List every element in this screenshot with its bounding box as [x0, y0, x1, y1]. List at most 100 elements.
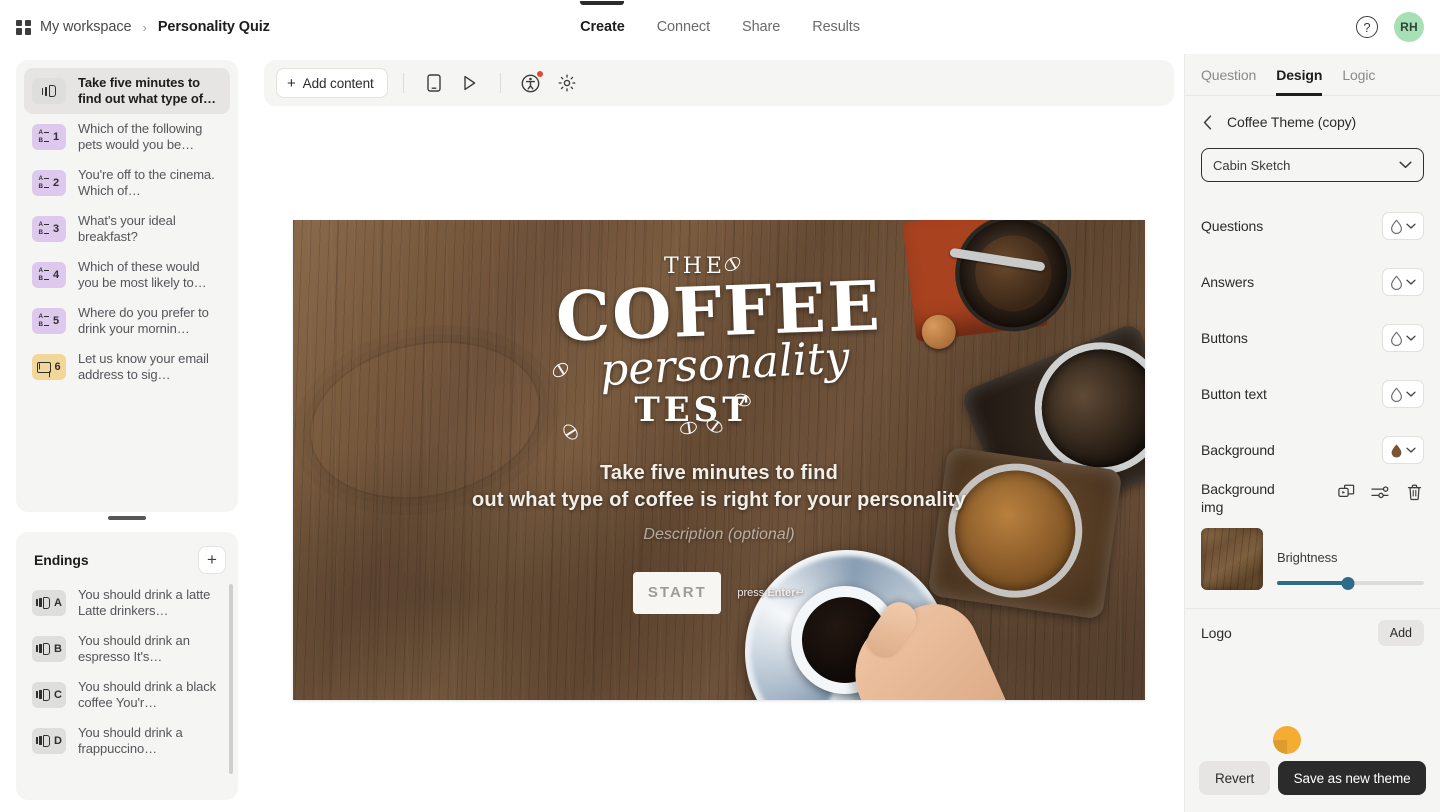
- brightness-control: Brightness: [1277, 550, 1424, 590]
- ending-slide-icon: [36, 734, 51, 747]
- question-badge: A B 3: [32, 216, 66, 242]
- accessibility-icon[interactable]: [516, 68, 546, 98]
- chevron-down-icon: [1406, 335, 1416, 341]
- slide-description-placeholder[interactable]: Description (optional): [643, 526, 794, 544]
- question-number: 3: [52, 223, 60, 235]
- question-number: 5: [52, 315, 60, 327]
- back-chevron-icon[interactable]: [1197, 112, 1217, 132]
- question-label: Take five minutes to find out what type …: [78, 75, 216, 106]
- slide-headline[interactable]: Take five minutes to find out what type …: [472, 460, 966, 514]
- workspace-grid-icon: [16, 19, 31, 35]
- question-number: 4: [52, 269, 60, 281]
- add-content-button[interactable]: + Add content: [276, 68, 388, 98]
- option-row-buttons: Buttons: [1201, 310, 1424, 366]
- ending-badge: A: [32, 589, 66, 616]
- button-text-color-picker[interactable]: [1382, 380, 1424, 408]
- chevron-down-icon: [1406, 447, 1416, 453]
- answers-color-picker[interactable]: [1382, 268, 1424, 296]
- tab-design[interactable]: Design: [1276, 54, 1322, 96]
- question-badge: [32, 78, 66, 104]
- avatar[interactable]: RH: [1394, 12, 1424, 42]
- endings-scrollbar[interactable]: [229, 583, 233, 774]
- replace-media-icon[interactable]: [1336, 482, 1356, 502]
- ending-label: You should drink a black coffee You'r…: [78, 678, 217, 710]
- breadcrumb-project[interactable]: Personality Quiz: [158, 19, 270, 35]
- option-label: Buttons: [1201, 330, 1248, 346]
- design-panel-footer: Revert Save as new theme: [1185, 726, 1440, 812]
- background-image-title: Background img: [1201, 481, 1275, 515]
- headline-line-1: Take five minutes to find: [599, 461, 838, 484]
- droplet-filled-icon: [1391, 443, 1402, 457]
- font-select[interactable]: Cabin Sketch: [1201, 148, 1424, 182]
- background-image-thumbnail[interactable]: [1201, 528, 1263, 590]
- ending-badge: C: [32, 681, 66, 708]
- ending-letter: A: [54, 596, 62, 609]
- design-panel: Question Design Logic Coffee Theme (copy…: [1184, 54, 1440, 812]
- play-preview-icon[interactable]: [455, 68, 485, 98]
- tab-results[interactable]: Results: [810, 3, 862, 51]
- add-ending-button[interactable]: +: [198, 545, 226, 574]
- ending-letter: D: [54, 734, 62, 747]
- settings-gear-icon[interactable]: [552, 68, 582, 98]
- question-label: Where do you prefer to drink your mornin…: [78, 305, 209, 336]
- droplet-outline-icon: [1391, 387, 1402, 402]
- app-body: Take five minutes to find out what type …: [0, 54, 1440, 812]
- brightness-slider[interactable]: [1277, 576, 1424, 590]
- option-label: Background: [1201, 442, 1275, 458]
- ending-item-c[interactable]: C You should drink a black coffee You'r…: [24, 672, 230, 718]
- ending-slide-icon: [36, 642, 51, 655]
- question-item-3[interactable]: A B 3 What's your ideal breakfast?: [24, 206, 230, 252]
- background-color-picker[interactable]: [1382, 436, 1424, 464]
- headline-line-2: out what type of coffee is right for you…: [472, 488, 966, 511]
- slide-stage: THE COFFEE personality TEST Take five mi…: [264, 106, 1174, 812]
- adjust-settings-icon[interactable]: [1370, 482, 1390, 502]
- breadcrumb-workspace[interactable]: My workspace: [40, 19, 132, 35]
- delete-icon[interactable]: [1404, 482, 1424, 502]
- brightness-label: Brightness: [1277, 550, 1338, 565]
- question-badge: A B 1: [32, 124, 66, 150]
- add-content-label: Add content: [302, 75, 374, 91]
- slide-preview[interactable]: THE COFFEE personality TEST Take five mi…: [293, 220, 1145, 700]
- multiple-choice-icon: A B: [39, 175, 50, 190]
- breadcrumb-separator: ›: [142, 19, 147, 35]
- tab-question[interactable]: Question: [1201, 54, 1256, 96]
- help-icon[interactable]: ?: [1356, 16, 1378, 38]
- revert-button[interactable]: Revert: [1199, 761, 1271, 795]
- slider-knob[interactable]: [1341, 576, 1355, 590]
- question-item-welcome[interactable]: Take five minutes to find out what type …: [24, 68, 230, 114]
- toolbar-divider: [402, 73, 404, 93]
- questions-panel: Take five minutes to find out what type …: [16, 60, 238, 512]
- tab-create[interactable]: Create: [578, 3, 627, 51]
- start-button[interactable]: START: [633, 571, 722, 614]
- panel-resize-handle[interactable]: [108, 516, 146, 520]
- question-badge: A B 4: [32, 262, 66, 288]
- question-item-2[interactable]: A B 2 You're off to the cinema. Which of…: [24, 160, 230, 206]
- ending-item-d[interactable]: D You should drink a frappuccino…: [24, 718, 230, 764]
- top-bar-right: ? RH: [1356, 12, 1424, 42]
- ending-item-b[interactable]: B You should drink an espresso It's…: [24, 626, 230, 672]
- tab-logic[interactable]: Logic: [1342, 54, 1375, 96]
- buttons-color-picker[interactable]: [1382, 324, 1424, 352]
- endings-panel: Endings + A You should drink a latte Lat…: [16, 531, 238, 800]
- add-logo-button[interactable]: Add: [1377, 619, 1424, 646]
- canvas-area: + Add content THE COFFEE personality TES…: [254, 54, 1184, 812]
- breadcrumb: My workspace › Personality Quiz: [16, 19, 270, 35]
- ending-letter: B: [54, 642, 62, 655]
- questions-color-picker[interactable]: [1382, 212, 1424, 240]
- question-item-5[interactable]: A B 5 Where do you prefer to drink your …: [24, 298, 230, 344]
- tab-connect[interactable]: Connect: [655, 3, 712, 51]
- question-label: You're off to the cinema. Which of…: [78, 167, 215, 198]
- option-row-background: Background: [1201, 422, 1424, 478]
- tab-share[interactable]: Share: [740, 3, 782, 51]
- design-panel-tabs: Question Design Logic: [1185, 54, 1440, 96]
- question-item-6[interactable]: 6 Let us know your email address to sig…: [24, 344, 230, 390]
- save-as-new-theme-button[interactable]: Save as new theme: [1278, 761, 1426, 795]
- question-item-1[interactable]: A B 1 Which of the following pets would …: [24, 114, 230, 160]
- ending-item-a[interactable]: A You should drink a latte Latte drinker…: [24, 580, 230, 626]
- background-image-actions: [1336, 480, 1424, 502]
- question-item-4[interactable]: A B 4 Which of these would you be most l…: [24, 252, 230, 298]
- endings-title: Endings: [34, 551, 89, 568]
- device-preview-icon[interactable]: [419, 68, 449, 98]
- option-row-button-text: Button text: [1201, 366, 1424, 422]
- option-row-answers: Answers: [1201, 254, 1424, 310]
